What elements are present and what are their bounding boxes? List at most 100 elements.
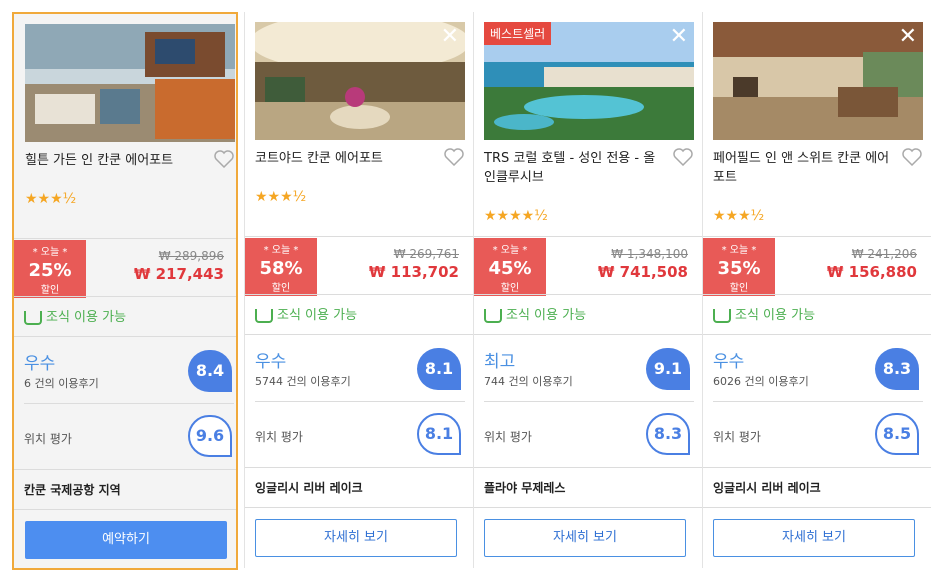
- breakfast-label: 조식 이용 가능: [506, 308, 587, 323]
- breakfast-info: 조식 이용 가능: [713, 304, 815, 323]
- original-price: ₩ 289,896: [158, 249, 224, 263]
- divider: [474, 294, 702, 295]
- heart-icon[interactable]: [214, 150, 234, 172]
- star-rating: ★★★½: [713, 208, 765, 224]
- hotel-name[interactable]: 코트야드 칸쿤 에어포트: [255, 149, 435, 168]
- breakfast-info: 조식 이용 가능: [255, 304, 357, 323]
- hotel-photo[interactable]: ✕: [255, 22, 465, 140]
- deal-discount: 할인: [271, 283, 291, 294]
- coffee-cup-icon: [255, 308, 273, 323]
- deal-badge: * 오늘 * 25% 할인: [14, 240, 86, 298]
- review-count[interactable]: 6 건의 이용후기: [24, 375, 99, 391]
- divider: [474, 236, 702, 237]
- breakfast-label: 조식 이용 가능: [46, 310, 127, 325]
- location-score-badge: 8.5: [875, 413, 919, 455]
- area-name: 잉글리시 리버 레이크: [713, 481, 821, 495]
- deal-percent: 35%: [717, 258, 761, 279]
- deal-badge: * 오늘 * 35% 할인: [703, 238, 775, 296]
- deal-today: * 오늘 *: [263, 245, 299, 256]
- score-badge: 8.4: [188, 350, 232, 392]
- view-details-button[interactable]: 자세히 보기: [713, 519, 915, 557]
- hotel-card-1[interactable]: 힐튼 가든 인 칸쿤 에어포트 ★★★½ * 오늘 * 25% 할인 ₩ 289…: [12, 12, 238, 570]
- location-score-badge: 9.6: [188, 415, 232, 457]
- hotel-photo[interactable]: ✕: [713, 22, 923, 140]
- divider: [14, 238, 236, 239]
- deal-discount: 할인: [500, 283, 520, 294]
- bestseller-badge: 베스트셀러: [484, 22, 552, 45]
- hotel-name[interactable]: TRS 코럴 호텔 - 성인 전용 - 올 인클루시브: [484, 149, 664, 187]
- star-rating: ★★★★½: [484, 208, 548, 224]
- view-details-button[interactable]: 자세히 보기: [484, 519, 686, 557]
- breakfast-info: 조식 이용 가능: [24, 306, 126, 325]
- review-count[interactable]: 6026 건의 이용후기: [713, 373, 809, 389]
- divider: [245, 467, 473, 468]
- area-name: 칸쿤 국제공항 지역: [24, 483, 121, 497]
- discounted-price: ₩ 217,443: [133, 265, 224, 283]
- deal-percent: 58%: [259, 258, 303, 279]
- hotel-card-3[interactable]: 베스트셀러 ✕ TRS 코럴 호텔 - 성인 전용 - 올 인클루시브 ★★★★…: [474, 12, 702, 568]
- divider: [24, 403, 234, 404]
- hotel-card-2[interactable]: ✕ 코트야드 칸쿤 에어포트 ★★★½ * 오늘 * 58% 할인 ₩ 269,…: [245, 12, 473, 568]
- heart-icon[interactable]: [902, 148, 922, 170]
- divider: [703, 294, 931, 295]
- divider: [474, 334, 702, 335]
- divider: [713, 401, 923, 402]
- book-button[interactable]: 예약하기: [25, 521, 227, 559]
- score-badge: 8.3: [875, 348, 919, 390]
- view-details-button[interactable]: 자세히 보기: [255, 519, 457, 557]
- location-label: 위치 평가: [484, 430, 532, 444]
- hotel-name[interactable]: 힐튼 가든 인 칸쿤 에어포트: [25, 151, 205, 170]
- deal-discount: 할인: [729, 283, 749, 294]
- deal-badge: * 오늘 * 58% 할인: [245, 238, 317, 296]
- divider: [245, 294, 473, 295]
- heart-icon[interactable]: [673, 148, 693, 170]
- score-badge: 8.1: [417, 348, 461, 390]
- original-price: ₩ 269,761: [393, 247, 459, 261]
- divider: [14, 509, 236, 510]
- review-count[interactable]: 5744 건의 이용후기: [255, 373, 351, 389]
- close-icon[interactable]: ✕: [441, 26, 459, 48]
- area-name: 플라야 무제레스: [484, 481, 566, 495]
- review-count[interactable]: 744 건의 이용후기: [484, 373, 573, 389]
- divider: [703, 467, 931, 468]
- location-label: 위치 평가: [713, 430, 761, 444]
- divider: [484, 401, 694, 402]
- original-price: ₩ 241,206: [851, 247, 917, 261]
- divider: [14, 469, 236, 470]
- location-score-badge: 8.3: [646, 413, 690, 455]
- location-label: 위치 평가: [255, 430, 303, 444]
- heart-icon[interactable]: [444, 148, 464, 170]
- coffee-cup-icon: [24, 310, 42, 325]
- hotel-photo[interactable]: [25, 24, 235, 142]
- hotel-card-4[interactable]: ✕ 페어필드 인 앤 스위트 칸쿤 에어포트 ★★★½ * 오늘 * 35% 할…: [703, 12, 931, 568]
- divider: [245, 236, 473, 237]
- divider: [474, 467, 702, 468]
- rating-label: 우수: [24, 354, 56, 374]
- divider: [703, 236, 931, 237]
- rating-label: 최고: [484, 352, 516, 372]
- hotel-photo[interactable]: 베스트셀러 ✕: [484, 22, 694, 140]
- rating-label: 우수: [255, 352, 287, 372]
- hotel-name[interactable]: 페어필드 인 앤 스위트 칸쿤 에어포트: [713, 149, 893, 187]
- divider: [703, 507, 931, 508]
- discounted-price: ₩ 156,880: [826, 263, 917, 281]
- rating-label: 우수: [713, 352, 745, 372]
- location-score-badge: 8.1: [417, 413, 461, 455]
- divider: [14, 336, 236, 337]
- original-price: ₩ 1,348,100: [611, 247, 688, 261]
- deal-badge: * 오늘 * 45% 할인: [474, 238, 546, 296]
- area-name: 잉글리시 리버 레이크: [255, 481, 363, 495]
- star-rating: ★★★½: [255, 189, 307, 205]
- deal-percent: 45%: [488, 258, 532, 279]
- star-rating: ★★★½: [25, 191, 77, 207]
- divider: [245, 334, 473, 335]
- close-icon[interactable]: ✕: [899, 26, 917, 48]
- deal-discount: 할인: [40, 285, 60, 296]
- location-label: 위치 평가: [24, 432, 72, 446]
- breakfast-label: 조식 이용 가능: [277, 308, 358, 323]
- deal-today: * 오늘 *: [32, 247, 68, 258]
- divider: [703, 334, 931, 335]
- divider: [245, 507, 473, 508]
- breakfast-info: 조식 이용 가능: [484, 304, 586, 323]
- close-icon[interactable]: ✕: [670, 26, 688, 48]
